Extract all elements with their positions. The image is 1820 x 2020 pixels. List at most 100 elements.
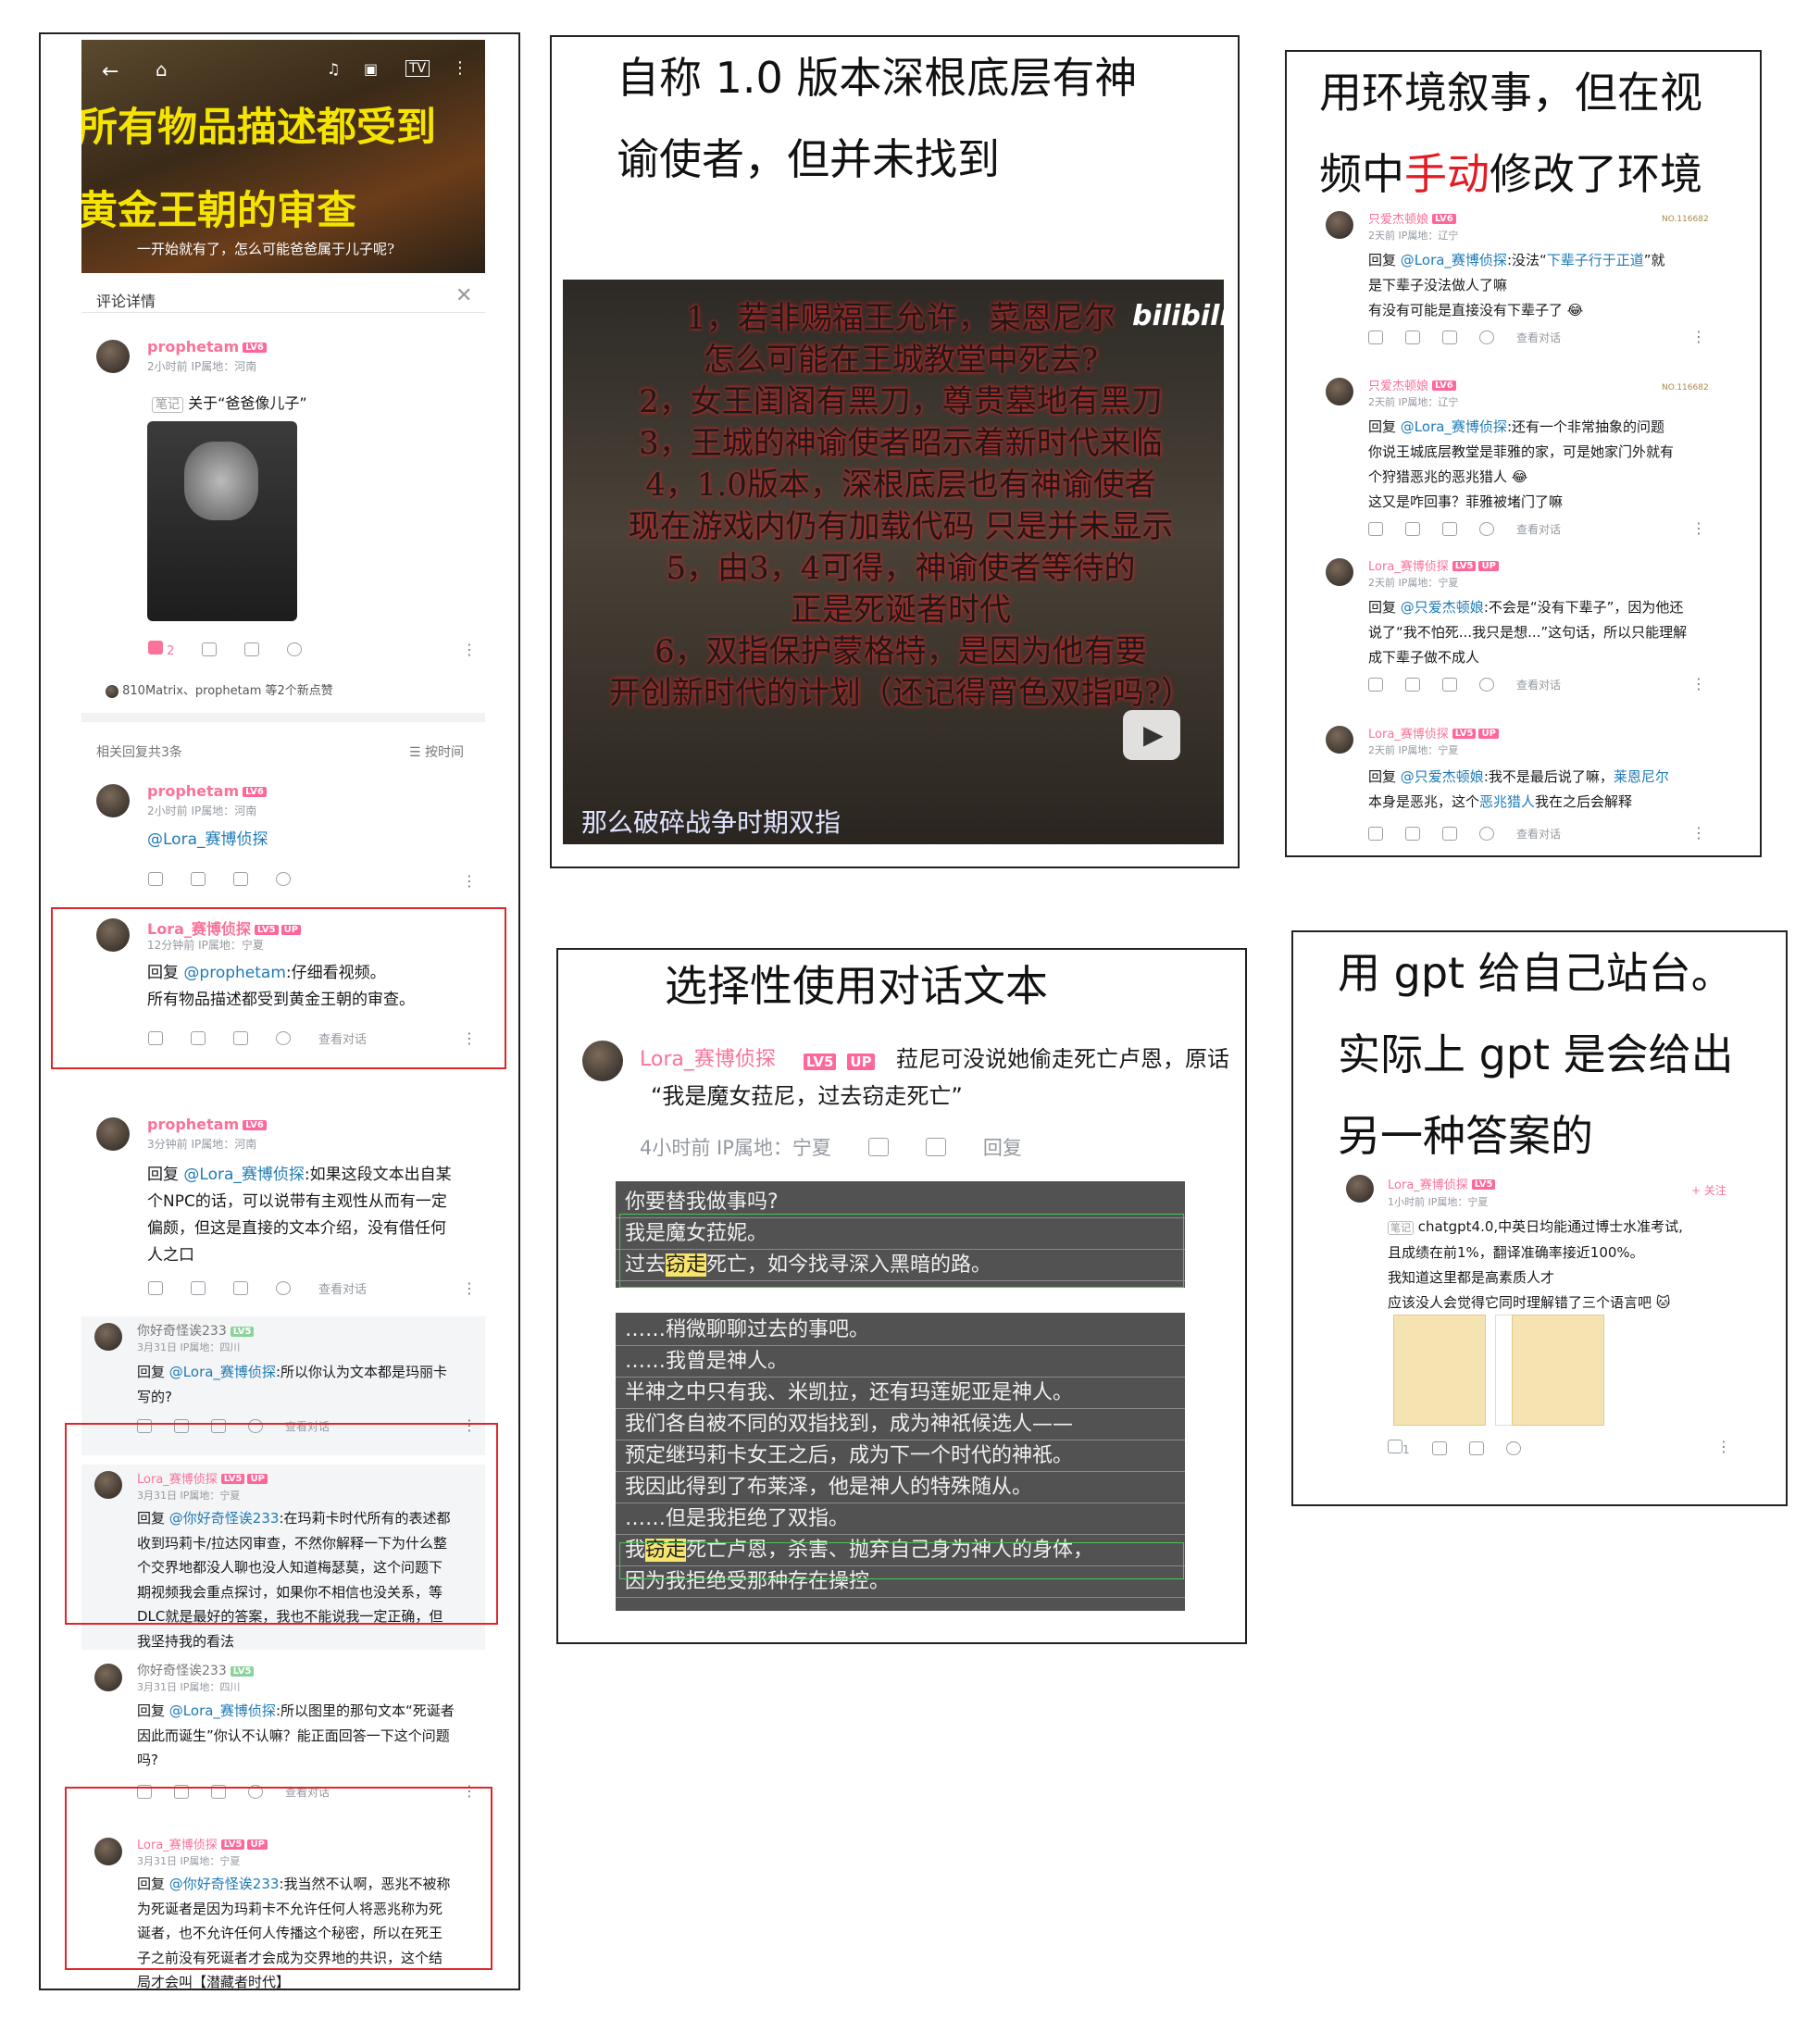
reply-icon[interactable]	[276, 872, 291, 886]
dislike-icon[interactable]	[925, 1138, 946, 1156]
r5-user[interactable]: Lora_赛博侦探 LV5 UP	[137, 1469, 268, 1487]
comment-user[interactable]: Lora_赛博侦探 LV5 UP	[640, 1042, 875, 1072]
share-icon[interactable]	[1442, 827, 1457, 841]
dislike-icon[interactable]	[174, 1785, 189, 1799]
avatar[interactable]	[1346, 1175, 1374, 1203]
dislike-icon[interactable]	[1405, 330, 1420, 344]
share-icon[interactable]	[244, 642, 260, 656]
more-icon[interactable]: ⋮	[462, 1782, 477, 1800]
like-icon[interactable]	[867, 1138, 889, 1156]
view-dialog[interactable]: 查看对话	[285, 1784, 330, 1800]
share-icon[interactable]	[211, 1785, 226, 1799]
more-icon[interactable]: ⋮	[452, 58, 468, 78]
r3-user[interactable]: prophetam LV6	[147, 1116, 267, 1133]
r2-user[interactable]: Lora_赛博侦探 LV5 UP	[147, 916, 302, 939]
avatar[interactable]	[582, 1041, 623, 1081]
sort-button[interactable]: ☰ 按时间	[409, 742, 464, 761]
avatar[interactable]	[1326, 378, 1353, 405]
view-dialog[interactable]: 查看对话	[285, 1418, 330, 1434]
dislike-icon[interactable]	[191, 872, 206, 886]
avatar[interactable]	[94, 1664, 122, 1691]
follow-button[interactable]: + 关注	[1691, 1182, 1727, 1198]
like-icon[interactable]	[1368, 678, 1383, 692]
avatar[interactable]	[94, 1471, 122, 1499]
like-icon[interactable]	[137, 1785, 152, 1799]
more-icon[interactable]: ⋮	[462, 1029, 477, 1047]
home-icon[interactable]: ⌂	[156, 58, 168, 81]
like-icon[interactable]	[148, 1031, 163, 1045]
more-icon[interactable]: ⋮	[462, 641, 477, 658]
like-icon[interactable]	[148, 1281, 163, 1295]
more-icon[interactable]: ⋮	[1691, 675, 1706, 692]
reply-icon[interactable]	[248, 1419, 263, 1433]
note-image[interactable]	[147, 421, 297, 621]
share-icon[interactable]	[1468, 1440, 1484, 1455]
more-icon[interactable]: ⋮	[462, 1279, 477, 1297]
dislike-icon[interactable]	[1405, 522, 1420, 536]
rt-c2-user[interactable]: 只爱杰顿娘 LV6	[1368, 376, 1456, 393]
headphone-icon[interactable]: ♫	[327, 60, 340, 78]
r1-mention[interactable]: @Lora_赛博侦探	[147, 827, 268, 854]
avatar[interactable]	[96, 918, 130, 952]
dislike-icon[interactable]	[191, 1031, 206, 1045]
like-icon[interactable]	[137, 1419, 152, 1433]
reply-button[interactable]: 回复	[983, 1133, 1022, 1161]
more-icon[interactable]: ⋮	[1716, 1438, 1731, 1455]
reply-icon[interactable]	[248, 1785, 263, 1799]
r1-user[interactable]: prophetam LV6	[147, 782, 267, 800]
reply-icon[interactable]	[287, 642, 303, 656]
avatar[interactable]	[1326, 211, 1353, 239]
share-icon[interactable]	[1442, 330, 1457, 344]
reply-icon[interactable]	[1505, 1440, 1521, 1455]
share-icon[interactable]	[233, 1281, 248, 1295]
r6-user[interactable]: 你好奇怪诶233 LV5	[137, 1661, 255, 1679]
like-icon[interactable]: 2	[148, 641, 174, 658]
avatar[interactable]	[96, 1117, 130, 1151]
c1-user[interactable]: prophetam LV6	[147, 338, 267, 355]
avatar[interactable]	[96, 784, 130, 817]
dislike-icon[interactable]	[1431, 1440, 1447, 1455]
more-icon[interactable]: ⋮	[1691, 328, 1706, 345]
tv-icon[interactable]: TV	[405, 60, 430, 77]
reply-icon[interactable]	[1479, 522, 1494, 536]
dislike-icon[interactable]	[1405, 678, 1420, 692]
back-icon[interactable]: ←	[102, 60, 118, 83]
share-icon[interactable]	[211, 1419, 226, 1433]
reply-icon[interactable]	[1479, 827, 1494, 841]
more-icon[interactable]: ⋮	[1691, 519, 1706, 537]
like-icon[interactable]	[148, 872, 163, 886]
share-icon[interactable]	[1442, 678, 1457, 692]
avatar[interactable]	[96, 340, 130, 373]
view-dialog[interactable]: 查看对话	[1516, 826, 1561, 842]
more-icon[interactable]: ⋮	[462, 872, 477, 890]
more-icon[interactable]: ⋮	[462, 1416, 477, 1434]
reply-icon[interactable]	[1479, 678, 1494, 692]
avatar[interactable]	[94, 1323, 122, 1351]
view-dialog[interactable]: 查看对话	[318, 1029, 367, 1047]
more-icon[interactable]: ⋮	[1691, 824, 1706, 842]
view-dialog[interactable]: 查看对话	[1516, 330, 1561, 345]
video-frame[interactable]: bilibili 1，若非赐福王允许，菜恩尼尔 怎么可能在王城教堂中死去? 2，女王…	[563, 280, 1224, 844]
reply-icon[interactable]	[276, 1031, 291, 1045]
play-button[interactable]: ▶	[1123, 710, 1180, 760]
r4-user[interactable]: 你好奇怪诶233 LV5	[137, 1321, 255, 1340]
rt-c1-user[interactable]: 只爱杰顿娘 LV6	[1368, 209, 1456, 227]
r7-user[interactable]: Lora_赛博侦探 LV5 UP	[137, 1835, 268, 1852]
video-banner[interactable]: ← ⌂ ♫ ▣ TV ⋮ 所有物品描述都受到 黄金王朝的审查 一开始就有了，怎么…	[81, 40, 485, 273]
view-dialog[interactable]: 查看对话	[1516, 521, 1561, 537]
avatar[interactable]	[94, 1838, 122, 1865]
rb-user[interactable]: Lora_赛博侦探 LV5	[1388, 1175, 1496, 1192]
dislike-icon[interactable]	[174, 1419, 189, 1433]
avatar[interactable]	[1326, 726, 1353, 754]
share-icon[interactable]	[233, 872, 248, 886]
pip-icon[interactable]: ▣	[364, 60, 378, 78]
reply-icon[interactable]	[1479, 330, 1494, 344]
rt-c3-user[interactable]: Lora_赛博侦探 LV5 UP	[1368, 556, 1499, 574]
like-icon[interactable]	[1368, 522, 1383, 536]
like-icon[interactable]	[1368, 827, 1383, 841]
close-icon[interactable]: ✕	[455, 284, 472, 307]
view-dialog[interactable]: 查看对话	[318, 1279, 367, 1297]
view-dialog[interactable]: 查看对话	[1516, 677, 1561, 692]
note-image-1[interactable]	[1393, 1315, 1486, 1426]
like-icon[interactable]: 1	[1388, 1440, 1410, 1456]
